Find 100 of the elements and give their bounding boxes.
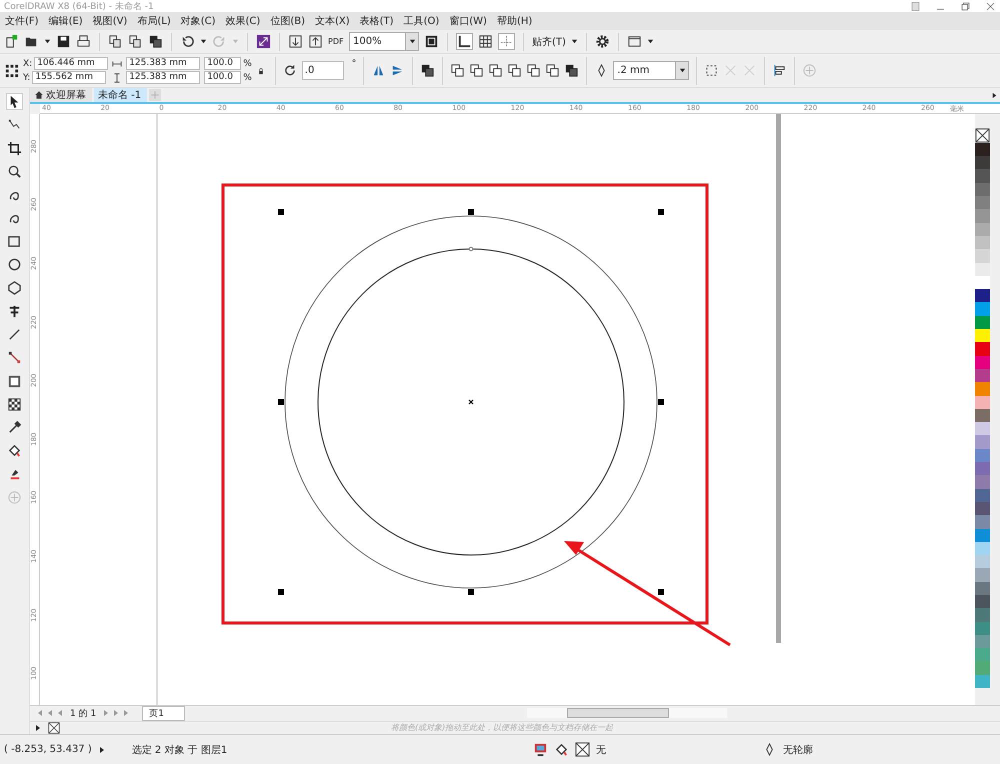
color-swatch[interactable] bbox=[975, 222, 990, 236]
color-swatch[interactable] bbox=[975, 276, 990, 290]
color-swatch[interactable] bbox=[975, 236, 990, 250]
new-document-icon[interactable] bbox=[4, 34, 19, 49]
checker-tool-icon[interactable] bbox=[7, 396, 22, 412]
crop-tool-icon[interactable] bbox=[7, 140, 22, 156]
color-swatch[interactable] bbox=[975, 422, 990, 436]
account-icon[interactable] bbox=[910, 0, 921, 12]
color-swatch[interactable] bbox=[975, 262, 990, 276]
no-color-swatch[interactable] bbox=[48, 722, 60, 734]
color-swatch[interactable] bbox=[975, 542, 990, 556]
menu-item[interactable]: 文件(F) bbox=[4, 14, 48, 28]
pick-tool-icon[interactable] bbox=[7, 94, 22, 109]
caret-icon[interactable] bbox=[646, 38, 654, 45]
rulers-icon[interactable] bbox=[456, 33, 473, 50]
color-swatch[interactable] bbox=[975, 622, 990, 635]
guidelines-icon[interactable] bbox=[498, 33, 515, 50]
grid-icon[interactable] bbox=[478, 34, 493, 49]
bucket-tool-icon[interactable] bbox=[7, 443, 22, 458]
shape-tool-icon[interactable] bbox=[507, 63, 522, 78]
color-swatch[interactable] bbox=[975, 661, 990, 675]
shape-tool-icon[interactable] bbox=[488, 63, 504, 78]
copy-icon[interactable] bbox=[128, 34, 143, 49]
polygon-tool-icon[interactable] bbox=[7, 280, 22, 296]
color-swatch[interactable] bbox=[975, 156, 990, 170]
connector-tool-icon[interactable] bbox=[7, 350, 22, 366]
color-swatch[interactable] bbox=[975, 356, 990, 369]
dashed-square-icon[interactable] bbox=[704, 63, 720, 78]
color-swatch[interactable] bbox=[975, 368, 990, 382]
menu-item[interactable]: 工具(O) bbox=[402, 14, 448, 28]
rotation-field[interactable]: .0 bbox=[302, 61, 344, 80]
import-icon[interactable] bbox=[288, 34, 303, 49]
color-swatch[interactable] bbox=[975, 448, 990, 462]
color-swatch[interactable] bbox=[975, 408, 990, 422]
node-handle[interactable] bbox=[468, 246, 474, 251]
menu-item[interactable]: 对象(C) bbox=[180, 14, 225, 28]
combine-icon[interactable] bbox=[420, 63, 436, 78]
color-swatch[interactable] bbox=[975, 488, 990, 502]
height-field[interactable]: 125.383 mm bbox=[126, 71, 200, 84]
shape-tool-icon[interactable] bbox=[545, 63, 560, 78]
print-icon[interactable] bbox=[76, 34, 91, 49]
boundary-icon[interactable] bbox=[564, 63, 580, 78]
scroll-thumb[interactable] bbox=[566, 708, 669, 718]
menu-item[interactable]: 布局(L) bbox=[136, 14, 180, 28]
cut-icon[interactable] bbox=[108, 34, 123, 49]
shape-tool-icon[interactable] bbox=[526, 63, 542, 78]
color-swatch[interactable] bbox=[975, 396, 990, 409]
ellipse-tool-icon[interactable] bbox=[7, 257, 22, 272]
color-swatch[interactable] bbox=[975, 382, 990, 396]
window-icon[interactable] bbox=[626, 34, 642, 49]
outline-width-field[interactable]: .2 mm bbox=[613, 61, 690, 80]
color-swatch[interactable] bbox=[975, 196, 990, 210]
connect-icon[interactable] bbox=[256, 34, 271, 49]
color-swatch[interactable] bbox=[975, 289, 990, 302]
color-swatch[interactable] bbox=[975, 502, 990, 516]
zoom-field[interactable]: 100% bbox=[349, 32, 419, 51]
color-swatch[interactable] bbox=[975, 528, 990, 542]
shape-tool-icon[interactable] bbox=[450, 63, 466, 78]
shape-tool-icon[interactable] bbox=[469, 63, 484, 78]
menu-item[interactable]: 文本(X) bbox=[314, 14, 359, 28]
text-tool-icon[interactable] bbox=[7, 304, 22, 319]
color-swatch[interactable] bbox=[975, 462, 990, 476]
menu-item[interactable]: 帮助(H) bbox=[496, 14, 542, 28]
line-tool-icon[interactable] bbox=[7, 326, 22, 342]
color-swatch[interactable] bbox=[975, 249, 990, 263]
color-swatch[interactable] bbox=[975, 634, 990, 648]
close-icon[interactable] bbox=[985, 0, 996, 12]
shadow-tool-icon[interactable] bbox=[7, 374, 22, 389]
paste-icon[interactable] bbox=[148, 34, 163, 49]
no-color-swatch[interactable] bbox=[975, 128, 990, 143]
export-icon[interactable] bbox=[308, 34, 323, 49]
dropper-tool-icon[interactable] bbox=[7, 420, 22, 436]
menu-item[interactable]: 位图(B) bbox=[269, 14, 314, 28]
monitor-icon[interactable] bbox=[533, 742, 548, 757]
snap-button[interactable]: 贴齐(T) bbox=[532, 34, 578, 48]
color-swatch[interactable] bbox=[975, 182, 990, 196]
color-swatch[interactable] bbox=[975, 608, 990, 622]
menu-item[interactable]: 表格(T) bbox=[358, 14, 403, 28]
document-tab[interactable]: 未命名 -1 bbox=[94, 88, 148, 102]
menu-item[interactable]: 视图(V) bbox=[92, 14, 136, 28]
color-swatch[interactable] bbox=[975, 582, 990, 595]
color-swatch[interactable] bbox=[975, 316, 990, 330]
color-swatch[interactable] bbox=[975, 435, 990, 449]
x-position-field[interactable]: 106.446 mm bbox=[34, 57, 108, 70]
caret-icon[interactable] bbox=[44, 38, 51, 45]
menu-item[interactable]: 窗口(W) bbox=[448, 14, 496, 28]
menu-item[interactable]: 效果(C) bbox=[224, 14, 270, 28]
palette-nav-icon[interactable] bbox=[34, 724, 42, 732]
color-swatch[interactable] bbox=[975, 568, 990, 582]
color-swatch[interactable] bbox=[975, 515, 990, 528]
document-tab[interactable]: 欢迎屏幕 bbox=[30, 88, 92, 102]
settings-icon[interactable] bbox=[594, 34, 610, 49]
scroll-right-icon[interactable] bbox=[991, 92, 998, 99]
align-icon[interactable] bbox=[772, 63, 788, 78]
scale-y-field[interactable]: 100.0 bbox=[204, 71, 242, 84]
color-swatch[interactable] bbox=[975, 342, 990, 356]
color-swatch[interactable] bbox=[975, 302, 990, 316]
color-swatch[interactable] bbox=[975, 209, 990, 223]
expand-icon[interactable] bbox=[98, 746, 106, 754]
reference-point-icon[interactable] bbox=[4, 63, 19, 78]
